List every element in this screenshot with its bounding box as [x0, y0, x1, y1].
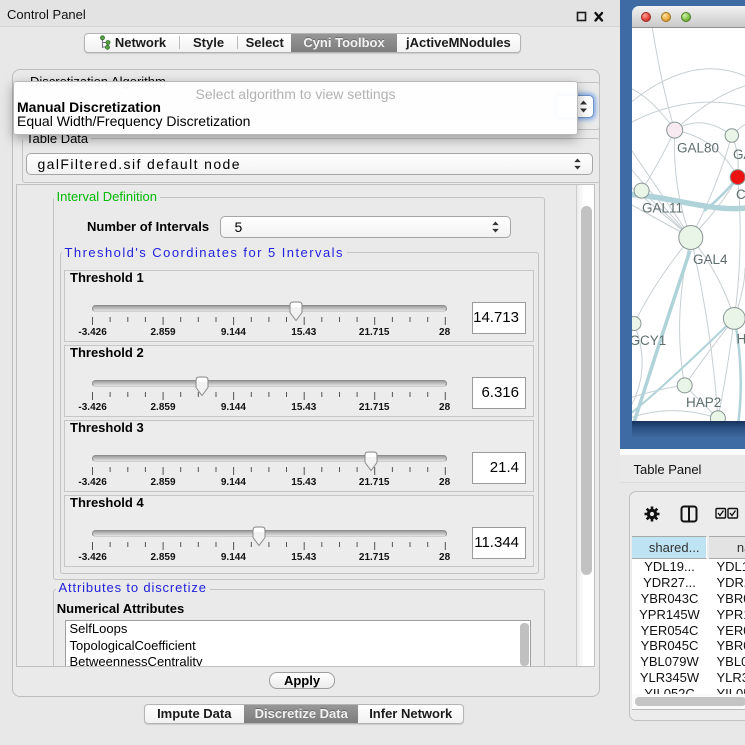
svg-text:CR: CR — [736, 187, 745, 202]
svg-text:HAP2: HAP2 — [686, 394, 721, 409]
svg-text:GA: GA — [733, 147, 745, 162]
svg-text:GCY1: GCY1 — [632, 333, 666, 348]
svg-text:GAL80: GAL80 — [677, 140, 719, 155]
svg-text:GAL11: GAL11 — [642, 200, 683, 215]
svg-text:GAL4: GAL4 — [693, 252, 728, 267]
svg-text:H: H — [737, 331, 745, 346]
